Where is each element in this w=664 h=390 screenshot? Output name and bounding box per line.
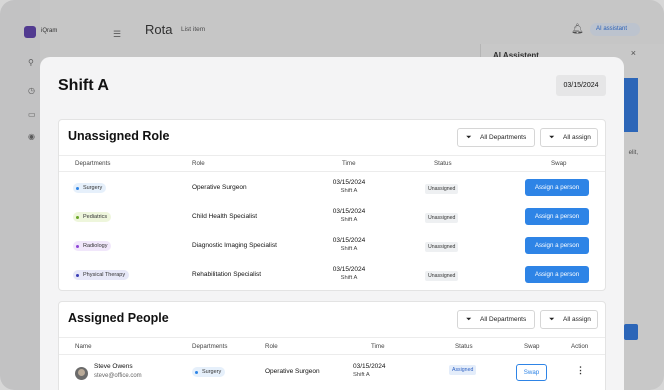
divider bbox=[59, 171, 605, 172]
department-label: Physical Therapy bbox=[83, 272, 126, 278]
date-text: 03/15/2024 bbox=[332, 266, 366, 273]
table-row: Pediatrics Child Health Specialist 03/15/2… bbox=[59, 202, 605, 231]
department-label: Pediatrics bbox=[83, 214, 108, 220]
header-time: Time bbox=[342, 160, 356, 167]
department-tag: Surgery bbox=[73, 183, 107, 193]
all-departments-filter[interactable]: ⏷ All Departments bbox=[457, 310, 535, 329]
date-text: 03/15/2024 bbox=[332, 179, 366, 186]
shift-text: Shift A bbox=[353, 372, 370, 378]
shift-text: Shift A bbox=[340, 217, 358, 223]
table-row: Radiology Diagnostic Imaging Specialist 03… bbox=[59, 231, 605, 260]
department-dot bbox=[195, 370, 198, 374]
department-tag: Pediatrics bbox=[73, 212, 112, 222]
table-header: Name Departments Role Time Status Swap A… bbox=[59, 343, 605, 353]
role-cell: Diagnostic Imaging Specialist bbox=[192, 242, 277, 249]
more-vertical-icon[interactable]: ⋮ bbox=[576, 365, 585, 376]
time-cell: 03/15/2024 Shift A bbox=[319, 178, 379, 196]
filter-icon: ⏷ bbox=[466, 316, 472, 323]
person-email: steve@office.com bbox=[94, 373, 142, 379]
table-row: Physical Therapy Rehabilitation Specialis… bbox=[59, 260, 605, 289]
role-cell: Operative Surgeon bbox=[265, 368, 320, 375]
time-cell: 03/15/2024 Shift A bbox=[353, 362, 403, 380]
date-chip[interactable]: 03/15/2024 bbox=[556, 75, 606, 96]
all-assign-filter[interactable]: ⏷ All assign bbox=[540, 128, 598, 147]
assign-person-button[interactable]: Assign a person bbox=[525, 179, 589, 196]
filter-label: All Departments bbox=[480, 316, 527, 323]
header-name: Name bbox=[75, 343, 92, 350]
shift-text: Shift A bbox=[340, 275, 358, 281]
department-dot bbox=[76, 186, 79, 190]
department-label: Surgery bbox=[83, 185, 103, 191]
department-dot bbox=[76, 215, 79, 219]
department-dot bbox=[76, 273, 79, 277]
swap-button[interactable]: Swap bbox=[516, 364, 547, 381]
department-dot bbox=[76, 244, 79, 248]
assign-person-button[interactable]: Assign a person bbox=[525, 208, 589, 225]
filter-icon: ⏷ bbox=[549, 316, 555, 323]
header-departments: Departments bbox=[75, 160, 111, 167]
table-row: Surgery Operative Surgeon 03/15/2024 Shift … bbox=[59, 173, 605, 202]
filter-icon: ⏷ bbox=[466, 134, 472, 141]
header-time: Time bbox=[371, 343, 385, 350]
section-title: Assigned People bbox=[68, 311, 169, 325]
department-tag: Physical Therapy bbox=[73, 270, 130, 280]
table-header: Departments Role Time Status Swap bbox=[59, 160, 605, 170]
department-label: Surgery bbox=[202, 369, 222, 375]
role-cell: Rehabilitation Specialist bbox=[192, 271, 262, 278]
assigned-section: Assigned People ⏷ All Departments ⏷ All as… bbox=[58, 301, 606, 390]
date-text: 03/15/2024 bbox=[353, 363, 386, 370]
status-badge: Assigned bbox=[449, 365, 477, 375]
unassigned-section: Unassigned Role ⏷ All Departments ⏷ All as… bbox=[58, 119, 606, 291]
department-tag: Surgery bbox=[192, 367, 226, 377]
header-role: Role bbox=[192, 160, 205, 167]
shift-text: Shift A bbox=[340, 246, 358, 252]
status-badge: Unassigned bbox=[425, 184, 459, 194]
shift-text: Shift A bbox=[340, 188, 358, 194]
header-status: Status bbox=[455, 343, 473, 350]
role-cell: Operative Surgeon bbox=[192, 184, 247, 191]
date-text: 03/15/2024 bbox=[332, 237, 366, 244]
filter-icon: ⏷ bbox=[549, 134, 555, 141]
section-title: Unassigned Role bbox=[68, 129, 170, 143]
status-badge: Unassigned bbox=[425, 271, 459, 281]
header-departments: Departments bbox=[192, 343, 228, 350]
filter-label: All assign bbox=[563, 316, 591, 323]
person-name: Steve Owens bbox=[94, 363, 133, 370]
all-departments-filter[interactable]: ⏷ All Departments bbox=[457, 128, 535, 147]
status-badge: Unassigned bbox=[425, 213, 459, 223]
avatar bbox=[75, 367, 88, 380]
shift-modal: Shift A 03/15/2024 Unassigned Role ⏷ All … bbox=[40, 57, 624, 390]
filter-label: All assign bbox=[563, 134, 591, 141]
divider bbox=[59, 337, 605, 338]
assign-person-button[interactable]: Assign a person bbox=[525, 237, 589, 254]
header-role: Role bbox=[265, 343, 278, 350]
table-row: Steve Owens steve@office.com Surgery Operat… bbox=[59, 357, 605, 389]
time-cell: 03/15/2024 Shift A bbox=[319, 236, 379, 254]
assign-person-button[interactable]: Assign a person bbox=[525, 266, 589, 283]
header-status: Status bbox=[434, 160, 452, 167]
header-swap: Swap bbox=[524, 343, 540, 350]
role-cell: Child Health Specialist bbox=[192, 213, 258, 220]
app-window: iQram ☰ Rota List item 🔔︎ AI assistant ⚲… bbox=[0, 0, 664, 390]
department-label: Radiology bbox=[83, 243, 108, 249]
header-swap: Swap bbox=[551, 160, 567, 167]
department-tag: Radiology bbox=[73, 241, 112, 251]
all-assign-filter[interactable]: ⏷ All assign bbox=[540, 310, 598, 329]
filter-label: All Departments bbox=[480, 134, 527, 141]
time-cell: 03/15/2024 Shift A bbox=[319, 265, 379, 283]
modal-title: Shift A bbox=[58, 77, 109, 94]
status-badge: Unassigned bbox=[425, 242, 459, 252]
divider bbox=[59, 155, 605, 156]
time-cell: 03/15/2024 Shift A bbox=[319, 207, 379, 225]
divider bbox=[59, 354, 605, 355]
header-action: Action bbox=[571, 343, 589, 350]
date-text: 03/15/2024 bbox=[332, 208, 366, 215]
